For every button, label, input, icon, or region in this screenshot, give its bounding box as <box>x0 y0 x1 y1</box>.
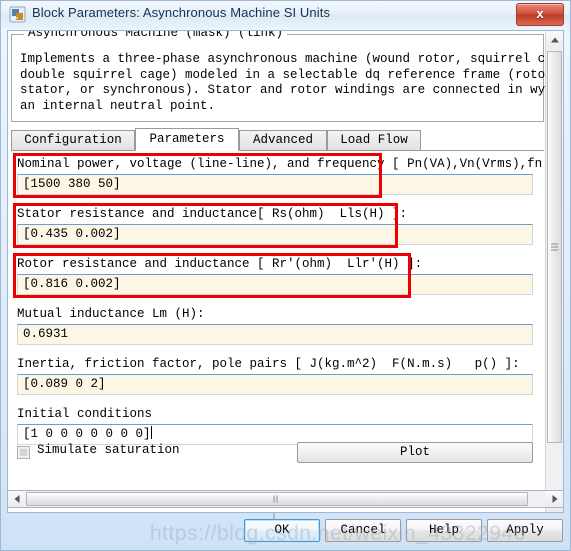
parameters-pane: Nominal power, voltage (line-line), and … <box>11 150 544 488</box>
title-bar: Block Parameters: Asynchronous Machine S… <box>1 1 570 28</box>
checkbox-inner <box>20 449 27 456</box>
triangle-left-icon <box>14 495 19 503</box>
vertical-scrollbar[interactable] <box>545 31 563 512</box>
window-title: Block Parameters: Asynchronous Machine S… <box>32 5 331 20</box>
dialog-client-area: Asynchronous Machine (mask) (link) Imple… <box>7 30 564 513</box>
input-inertia-friction-pole-pairs[interactable]: [0.089 0 2] <box>17 374 533 395</box>
ok-button[interactable]: OK <box>244 519 320 542</box>
input-value: 0.6931 <box>23 327 69 341</box>
description-title: Asynchronous Machine (mask) (link) <box>24 31 288 40</box>
horizontal-scrollbar-thumb[interactable] <box>26 492 528 521</box>
scroll-left-button[interactable] <box>8 491 25 507</box>
label-initial-conditions: Initial conditions <box>17 407 153 421</box>
tab-parameters[interactable]: Parameters <box>135 128 239 151</box>
description-text: Implements a three-phase asynchronous ma… <box>20 52 563 113</box>
scroll-right-button[interactable] <box>546 491 563 507</box>
help-button[interactable]: Help <box>406 519 482 542</box>
input-mutual-inductance[interactable]: 0.6931 <box>17 324 533 345</box>
label-nominal-power-voltage-frequency: Nominal power, voltage (line-line), and … <box>17 157 544 171</box>
simulate-saturation-checkbox[interactable] <box>17 446 30 459</box>
dialog-window: Block Parameters: Asynchronous Machine S… <box>0 0 571 551</box>
dialog-button-bar: OK Cancel Help Apply <box>0 514 571 551</box>
tab-advanced[interactable]: Advanced <box>239 130 327 150</box>
tab-load-flow[interactable]: Load Flow <box>327 130 421 150</box>
scroll-up-button[interactable] <box>546 31 563 48</box>
description-group: Asynchronous Machine (mask) (link) Imple… <box>11 31 563 122</box>
close-button[interactable]: x <box>516 3 564 26</box>
close-icon: x <box>536 6 544 21</box>
block-parameters-icon <box>9 6 26 23</box>
cancel-button[interactable]: Cancel <box>325 519 401 542</box>
tab-configuration[interactable]: Configuration <box>11 130 135 150</box>
grip-icon <box>551 243 558 251</box>
label-mutual-inductance: Mutual inductance Lm (H): <box>17 307 205 321</box>
horizontal-scrollbar[interactable] <box>7 490 564 521</box>
grip-icon <box>273 495 281 521</box>
plot-button[interactable]: Plot <box>297 442 533 463</box>
input-value: [0.816 0.002] <box>23 277 121 291</box>
input-rotor-resistance-inductance[interactable]: [0.816 0.002] <box>17 274 533 295</box>
tab-strip: Configuration Parameters Advanced Load Flow <box>11 128 544 151</box>
input-value: [1500 380 50] <box>23 177 121 191</box>
vertical-scrollbar-thumb[interactable] <box>547 51 562 443</box>
input-nominal-power-voltage-frequency[interactable]: [1500 380 50] <box>17 174 533 195</box>
input-value: [0.435 0.002] <box>23 227 121 241</box>
label-stator-resistance-inductance: Stator resistance and inductance[ Rs(ohm… <box>17 207 408 221</box>
input-value: [0.089 0 2] <box>23 377 106 391</box>
simulate-saturation-label: Simulate saturation <box>37 443 180 457</box>
input-value: [1 0 0 0 0 0 0 0] <box>23 427 151 441</box>
label-rotor-resistance-inductance: Rotor resistance and inductance [ Rr'(oh… <box>17 257 423 271</box>
input-stator-resistance-inductance[interactable]: [0.435 0.002] <box>17 224 533 245</box>
label-inertia-friction-pole-pairs: Inertia, friction factor, pole pairs [ J… <box>17 357 520 371</box>
triangle-up-icon <box>550 37 559 42</box>
text-caret <box>150 426 152 439</box>
apply-button[interactable]: Apply <box>487 519 563 542</box>
triangle-right-icon <box>552 495 557 503</box>
